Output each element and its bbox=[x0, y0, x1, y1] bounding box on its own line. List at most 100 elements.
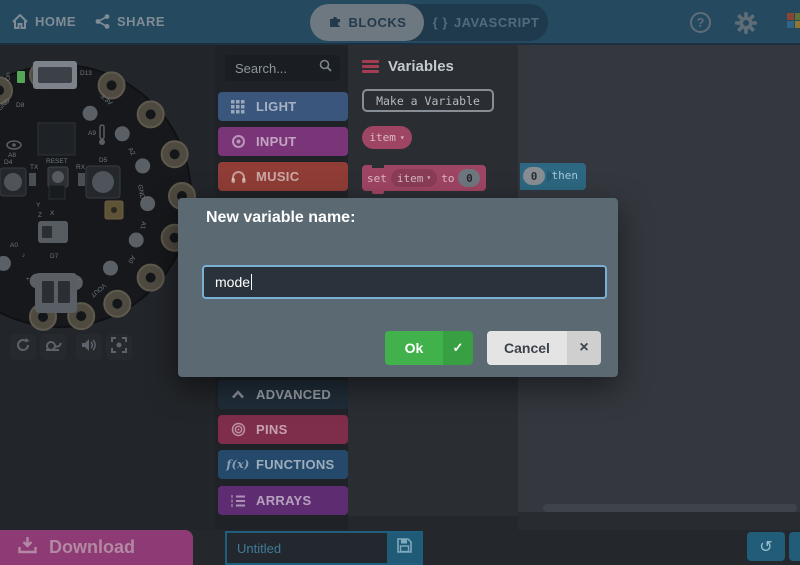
function-fx-icon: f(x) bbox=[226, 458, 250, 471]
tab-blocks[interactable]: BLOCKS bbox=[310, 4, 424, 41]
share-icon bbox=[95, 14, 110, 29]
category-label: FUNCTIONS bbox=[256, 457, 335, 472]
navbar: HOME SHARE BLOCKS { } JAVASCRIPT ? bbox=[0, 0, 800, 45]
category-label: INPUT bbox=[256, 134, 297, 149]
variable-item-block[interactable]: item ▾ bbox=[362, 126, 412, 149]
tab-blocks-label: BLOCKS bbox=[349, 15, 407, 30]
settings-button[interactable] bbox=[733, 10, 759, 36]
svg-text:D8: D8 bbox=[16, 102, 25, 109]
input-target-icon bbox=[226, 134, 250, 149]
cancel-button[interactable]: Cancel × bbox=[487, 331, 601, 365]
fullscreen-icon bbox=[111, 337, 127, 358]
toolbox-category-pins[interactable]: PINS bbox=[218, 415, 348, 444]
category-label: MUSIC bbox=[256, 169, 299, 184]
project-name-box bbox=[225, 531, 423, 565]
help-icon: ? bbox=[697, 15, 705, 30]
svg-text:D5: D5 bbox=[99, 157, 108, 164]
restart-icon bbox=[15, 337, 31, 358]
set-variable-block[interactable]: set item ▾ to 0 bbox=[362, 165, 486, 191]
svg-text:TX: TX bbox=[30, 164, 39, 171]
variable-dropdown[interactable]: item ▾ bbox=[391, 169, 437, 187]
ok-button[interactable]: Ok ✓ bbox=[385, 331, 473, 365]
sim-volume-button[interactable] bbox=[76, 334, 102, 360]
download-icon bbox=[18, 536, 37, 559]
toolbox-category-advanced[interactable]: ADVANCED bbox=[218, 380, 348, 409]
new-variable-dialog: New variable name: mode Ok ✓ Cancel × bbox=[178, 198, 618, 377]
svg-text:RESET: RESET bbox=[46, 158, 68, 165]
puzzle-icon bbox=[328, 14, 342, 31]
svg-text:D7: D7 bbox=[50, 253, 59, 260]
toolbox-category-input[interactable]: INPUT bbox=[218, 127, 348, 156]
make-variable-button[interactable]: Make a Variable bbox=[362, 89, 494, 112]
makecode-editor: HOME SHARE BLOCKS { } JAVASCRIPT ? bbox=[0, 0, 800, 565]
toolbox-category-light[interactable]: LIGHT bbox=[218, 92, 348, 121]
pins-target-icon bbox=[226, 422, 250, 437]
svg-text:-: - bbox=[78, 276, 80, 283]
search-input[interactable] bbox=[233, 60, 319, 77]
sim-fullscreen-button[interactable] bbox=[106, 334, 132, 360]
svg-text:D13: D13 bbox=[80, 70, 92, 77]
block-notch bbox=[372, 165, 384, 168]
arrays-list-icon bbox=[226, 494, 250, 508]
editor-toggle: BLOCKS { } JAVASCRIPT bbox=[310, 4, 548, 41]
block-bump bbox=[372, 191, 384, 194]
ok-label: Ok bbox=[385, 331, 443, 365]
save-button[interactable] bbox=[387, 533, 421, 563]
headphones-icon bbox=[226, 170, 250, 183]
redo-button[interactable]: ↻ bbox=[789, 532, 800, 561]
svg-text:RX: RX bbox=[76, 164, 86, 171]
svg-text:A0: A0 bbox=[10, 242, 18, 249]
home-button[interactable]: HOME bbox=[12, 0, 76, 43]
flyout-title: Variables bbox=[388, 58, 454, 75]
caret-down-icon: ▾ bbox=[426, 174, 431, 182]
variables-icon bbox=[362, 60, 379, 73]
undo-button[interactable]: ↺ bbox=[747, 532, 785, 561]
category-label: ADVANCED bbox=[256, 387, 331, 402]
share-label: SHARE bbox=[117, 14, 165, 29]
svg-text:On: On bbox=[5, 72, 12, 81]
slowmo-snail-icon bbox=[44, 337, 62, 358]
braces-icon: { } bbox=[433, 15, 448, 30]
volume-icon bbox=[81, 337, 97, 358]
svg-text:+: + bbox=[26, 276, 30, 283]
if-then-block-fragment[interactable]: 0 then bbox=[520, 163, 586, 190]
toolbox-category-music[interactable]: MUSIC bbox=[218, 162, 348, 191]
horizontal-scrollbar[interactable] bbox=[543, 504, 797, 512]
svg-text:A9: A9 bbox=[88, 130, 96, 137]
save-icon bbox=[397, 538, 412, 558]
caret-down-icon: ▾ bbox=[400, 134, 405, 142]
chevron-up-icon bbox=[226, 390, 250, 399]
flyout-header: Variables bbox=[362, 58, 504, 75]
search-icon bbox=[319, 59, 332, 77]
download-button[interactable]: Download bbox=[0, 530, 193, 565]
text-caret bbox=[251, 274, 252, 290]
close-icon: × bbox=[567, 331, 601, 365]
home-label: HOME bbox=[35, 14, 76, 29]
home-icon bbox=[12, 14, 28, 29]
category-label: PINS bbox=[256, 422, 288, 437]
svg-text:D4: D4 bbox=[4, 159, 13, 166]
light-grid-icon bbox=[226, 100, 250, 114]
number-slot[interactable]: 0 bbox=[523, 167, 545, 185]
toolbox-category-arrays[interactable]: ARRAYS bbox=[218, 486, 348, 515]
sim-slowmo-button[interactable] bbox=[40, 334, 66, 360]
category-label: LIGHT bbox=[256, 99, 297, 114]
help-button[interactable]: ? bbox=[690, 12, 711, 33]
svg-text:A1: A1 bbox=[139, 221, 147, 230]
microsoft-logo bbox=[787, 13, 800, 28]
variable-name-input[interactable]: mode bbox=[202, 265, 607, 299]
svg-text:Y: Y bbox=[36, 202, 41, 209]
svg-text:X: X bbox=[50, 210, 55, 217]
project-name-input[interactable] bbox=[227, 533, 387, 563]
svg-text:Z: Z bbox=[38, 212, 42, 219]
sim-restart-button[interactable] bbox=[10, 334, 36, 360]
search-box bbox=[225, 55, 340, 81]
toolbox-category-functions[interactable]: f(x) FUNCTIONS bbox=[218, 450, 348, 479]
share-button[interactable]: SHARE bbox=[95, 0, 165, 43]
gear-icon bbox=[733, 23, 759, 40]
category-label: ARRAYS bbox=[256, 493, 312, 508]
tab-javascript[interactable]: { } JAVASCRIPT bbox=[424, 15, 548, 30]
svg-text:A8: A8 bbox=[8, 152, 16, 159]
cancel-label: Cancel bbox=[487, 331, 567, 365]
number-slot[interactable]: 0 bbox=[458, 169, 480, 187]
